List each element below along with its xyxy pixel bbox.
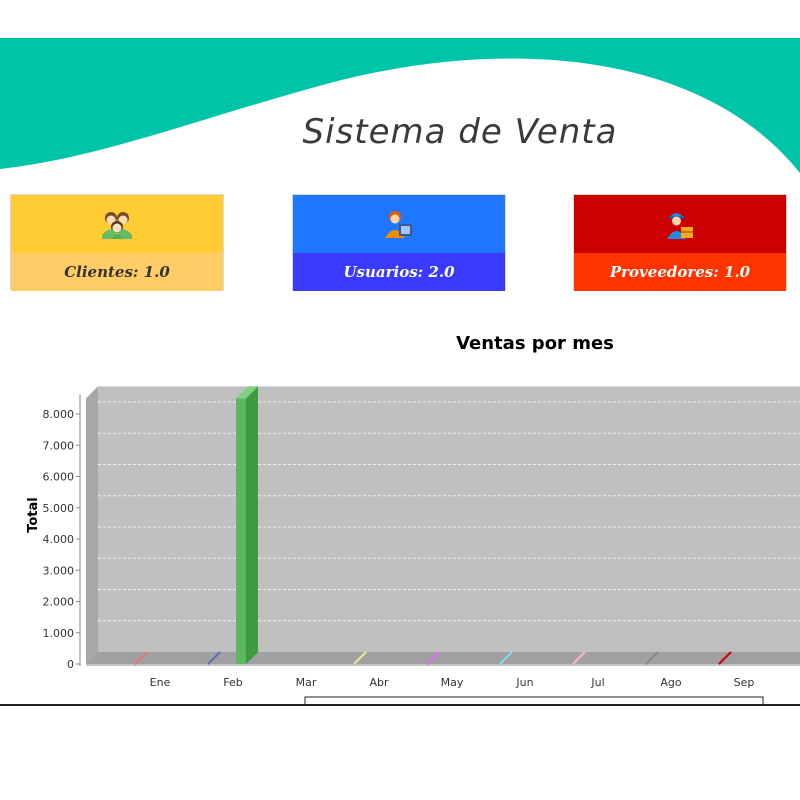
card-clientes[interactable]: Clientes: 1.0 [10,194,224,291]
y-axis-label: Total [26,497,41,533]
y-tick-label: 0 [67,658,74,671]
y-tick-label: 2.000 [43,596,75,609]
card-usuarios-label: Usuarios: 2.0 [293,253,505,291]
y-tick-label: 3.000 [43,564,75,577]
y-tick-label: 6.000 [43,471,75,484]
window-bottom-border [0,704,800,706]
chart-title: Ventas por mes [456,333,614,354]
clients-icon [102,212,132,239]
card-proveedores-label: Proveedores: 1.0 [574,253,786,291]
x-tick-label: Feb [223,676,242,689]
plot-back-wall [86,386,800,664]
bar-side-Mar [246,386,258,664]
y-tick-label: 7.000 [43,439,75,452]
card-proveedores[interactable]: Proveedores: 1.0 [573,194,787,291]
header-wave [0,38,800,173]
app-title: Sistema de Venta [302,112,618,152]
sales-chart: 0 1.000 2.000 3.000 4.000 5.000 6.000 7.000 8.00… [26,386,800,705]
supplier-icon [667,213,693,239]
card-proveedores-top [574,195,786,253]
x-tick-label: Abr [369,676,389,689]
x-tick-label: Sep [734,676,755,689]
plot-left-wall [86,386,98,664]
card-usuarios[interactable]: Usuarios: 2.0 [292,194,506,291]
user-icon [385,211,412,238]
card-clientes-label: Clientes: 1.0 [11,253,223,291]
card-usuarios-top [293,195,505,253]
y-tick-label: 5.000 [43,502,75,515]
y-tick-label: 4.000 [43,533,75,546]
card-clientes-top [11,195,223,253]
app-window: Sistema de Venta Clientes: 1.0 Usuarios:… [0,0,800,707]
x-tick-label: Jul [590,676,604,689]
x-tick-label: May [441,676,464,689]
y-tick-label: 1.000 [43,627,75,640]
x-tick-label: Jun [515,676,533,689]
plot-floor [86,652,800,664]
bar-Mar [236,398,246,664]
y-tick-label: 8.000 [43,408,75,421]
x-tick-label: Ago [660,676,682,689]
x-tick-label: Ene [150,676,171,689]
x-tick-label: Mar [296,676,317,689]
header-wave-shape [0,38,800,173]
